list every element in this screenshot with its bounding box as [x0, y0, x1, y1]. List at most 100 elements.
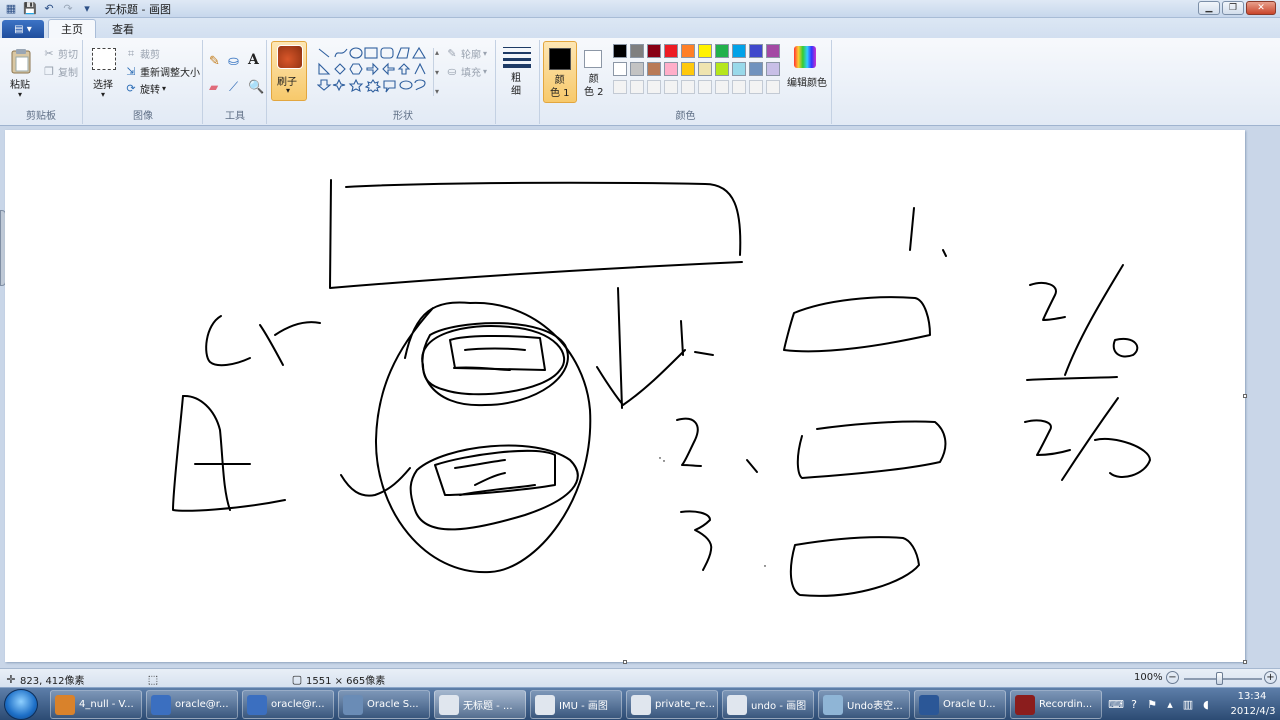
maximize-button[interactable]: ❐ — [1222, 1, 1244, 15]
palette-color-swatch[interactable] — [647, 62, 661, 76]
color1-button[interactable]: 颜 色 1 — [543, 41, 577, 103]
palette-color-swatch[interactable] — [749, 62, 763, 76]
taskbar-item[interactable]: oracle@r... — [146, 690, 238, 719]
shape-gallery[interactable] — [317, 46, 433, 96]
resize-handle-right[interactable] — [1243, 394, 1247, 398]
palette-color-swatch[interactable] — [613, 44, 627, 58]
flag-icon[interactable]: ⚑ — [1145, 697, 1159, 711]
palette-color-swatch[interactable] — [766, 44, 780, 58]
help-icon[interactable]: ? — [1127, 697, 1141, 711]
start-button[interactable] — [4, 689, 38, 720]
paste-icon[interactable] — [8, 46, 34, 76]
selection-icon: ⬚ — [147, 672, 159, 686]
palette-color-swatch[interactable] — [647, 44, 661, 58]
magnifier-icon[interactable]: 🔍 — [248, 80, 264, 95]
taskbar-item[interactable]: undo - 画图 — [722, 690, 814, 719]
fill-button[interactable]: ⛀ 填充 ▾ — [445, 64, 487, 79]
pencil-icon[interactable]: ✎ — [209, 54, 220, 69]
palette-color-swatch[interactable] — [630, 62, 644, 76]
eraser-icon[interactable]: ▰ — [209, 80, 218, 94]
redo-icon[interactable]: ↷ — [60, 2, 76, 16]
tab-home[interactable]: 主页 — [48, 19, 96, 38]
palette-color-swatch[interactable] — [698, 62, 712, 76]
palette-color-swatch[interactable] — [715, 62, 729, 76]
taskbar-item[interactable]: oracle@r... — [242, 690, 334, 719]
drawing-canvas[interactable] — [5, 130, 1245, 662]
taskbar-item[interactable]: 无标题 - ... — [434, 690, 526, 719]
copy-button[interactable]: ❐ 复制 — [42, 64, 78, 79]
select-icon[interactable] — [92, 48, 116, 70]
edit-colors-icon[interactable] — [794, 46, 816, 68]
select-dropdown-icon[interactable]: ▾ — [101, 90, 105, 99]
custom-color-slot[interactable] — [749, 80, 763, 94]
taskbar-item[interactable]: Recordin... — [1010, 690, 1102, 719]
customize-dropdown-icon[interactable]: ▾ — [79, 2, 95, 16]
palette-color-swatch[interactable] — [749, 44, 763, 58]
taskbar-item[interactable]: IMU - 画图 — [530, 690, 622, 719]
undo-icon[interactable]: ↶ — [41, 2, 57, 16]
zoom-slider-thumb[interactable] — [1216, 672, 1223, 685]
resize-handle-corner[interactable] — [1243, 660, 1247, 664]
crop-button[interactable]: ⌗ 裁剪 — [124, 46, 160, 62]
custom-color-slot[interactable] — [732, 80, 746, 94]
palette-color-swatch[interactable] — [630, 44, 644, 58]
tab-view[interactable]: 查看 — [100, 19, 146, 38]
clock-time[interactable]: 13:34 — [1229, 691, 1275, 702]
selection-size: ⬚ — [146, 672, 162, 686]
taskbar-item[interactable]: private_re... — [626, 690, 718, 719]
show-hidden-icons[interactable]: ▴ — [1163, 697, 1177, 711]
custom-color-slot[interactable] — [698, 80, 712, 94]
palette-color-swatch[interactable] — [681, 62, 695, 76]
clock-date[interactable]: 2012/4/3 — [1227, 706, 1279, 717]
palette-color-swatch[interactable] — [732, 44, 746, 58]
fill-bucket-icon[interactable]: ⛀ — [228, 54, 239, 69]
paste-button-label[interactable]: 粘贴 — [10, 76, 30, 91]
minimize-button[interactable]: ▁ — [1198, 1, 1220, 15]
zoom-in-button[interactable]: + — [1264, 671, 1277, 684]
brushes-button[interactable]: 刷子 ▾ — [271, 41, 307, 101]
custom-color-slot[interactable] — [613, 80, 627, 94]
canvas-size-icon: ▢ — [291, 673, 303, 686]
size-button[interactable]: 粗 细 — [500, 41, 534, 101]
outline-button[interactable]: ✎ 轮廓 ▾ — [445, 46, 487, 61]
close-button[interactable]: ✕ — [1246, 1, 1276, 15]
color2-button[interactable]: 颜 色 2 — [580, 41, 610, 103]
custom-color-slot[interactable] — [681, 80, 695, 94]
custom-color-slot[interactable] — [664, 80, 678, 94]
taskbar-item[interactable]: 4_null - V... — [50, 690, 142, 719]
resize-button[interactable]: ⇲ 重新调整大小 — [124, 64, 200, 79]
zoom-out-button[interactable]: − — [1166, 671, 1179, 684]
palette-color-swatch[interactable] — [698, 44, 712, 58]
palette-color-swatch[interactable] — [732, 62, 746, 76]
resize-handle-bottom[interactable] — [623, 660, 627, 664]
cut-button[interactable]: ✂ 剪切 — [42, 46, 78, 61]
paint-menu-button[interactable]: ▤ ▾ — [2, 20, 44, 38]
edit-colors-label[interactable]: 编辑颜色 — [787, 74, 827, 89]
rotate-button[interactable]: ⟳ 旋转 ▾ — [124, 81, 166, 96]
custom-color-slot[interactable] — [630, 80, 644, 94]
custom-color-slot[interactable] — [647, 80, 661, 94]
zoom-slider-track[interactable] — [1184, 678, 1262, 680]
save-icon[interactable]: 💾 — [22, 2, 38, 16]
palette-color-swatch[interactable] — [715, 44, 729, 58]
custom-color-slot[interactable] — [715, 80, 729, 94]
keyboard-icon[interactable]: ⌨ — [1108, 697, 1124, 711]
palette-color-swatch[interactable] — [681, 44, 695, 58]
taskbar-item-label: oracle@r... — [271, 699, 325, 710]
taskbar-item[interactable]: Oracle U... — [914, 690, 1006, 719]
palette-color-swatch[interactable] — [664, 62, 678, 76]
paste-dropdown-icon[interactable]: ▾ — [18, 90, 22, 99]
network-icon[interactable]: ▥ — [1181, 697, 1195, 711]
select-button-label[interactable]: 选择 — [93, 76, 113, 91]
palette-color-swatch[interactable] — [613, 62, 627, 76]
text-tool-icon[interactable]: A — [248, 52, 259, 68]
taskbar-item[interactable]: Undo表空... — [818, 690, 910, 719]
shape-gallery-scroll[interactable]: ▴ ▾ ▾ — [433, 48, 439, 96]
palette-color-swatch[interactable] — [766, 62, 780, 76]
custom-color-slot[interactable] — [766, 80, 780, 94]
palette-color-swatch[interactable] — [664, 44, 678, 58]
paint-app-icon[interactable]: ▦ — [3, 2, 19, 16]
taskbar-item[interactable]: Oracle S... — [338, 690, 430, 719]
color-picker-icon[interactable]: ⟋ — [229, 80, 238, 95]
volume-icon[interactable]: ◖ — [1199, 697, 1213, 711]
